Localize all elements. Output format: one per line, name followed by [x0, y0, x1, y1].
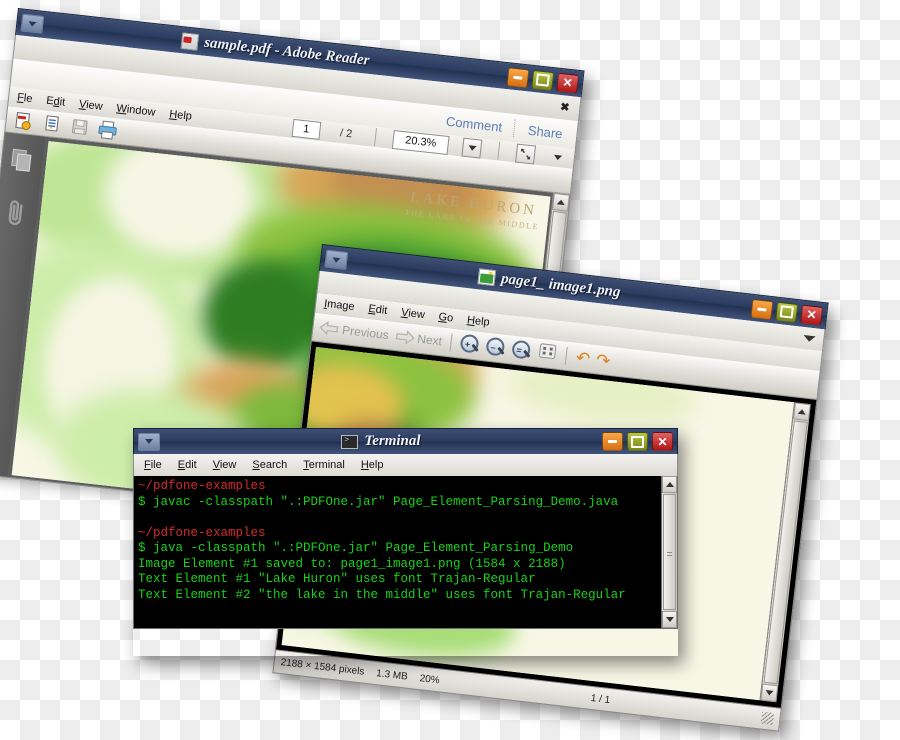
- image-file-icon: [477, 268, 497, 287]
- menu-help[interactable]: Help: [466, 314, 490, 329]
- terminal-line: ~/pdfone-examples: [138, 479, 266, 493]
- menu-edit[interactable]: Edit: [368, 303, 388, 317]
- resize-grip-icon[interactable]: [760, 711, 775, 725]
- terminal-line: $ javac -classpath ".:PDFOne.jar" Page_E…: [138, 494, 619, 509]
- save-icon[interactable]: [67, 115, 91, 138]
- minimize-button[interactable]: [602, 432, 623, 451]
- toolbar-divider: [449, 333, 453, 352]
- menu-search[interactable]: Search: [252, 459, 287, 471]
- scroll-down-arrow-icon[interactable]: [662, 611, 677, 628]
- menu-window[interactable]: Window: [116, 102, 156, 118]
- window-menu-caret-icon[interactable]: [324, 249, 349, 270]
- fit-to-window-icon[interactable]: [537, 341, 559, 367]
- terminal-body[interactable]: ~/pdfone-examples $ javac -classpath ".:P…: [133, 476, 678, 629]
- close-button[interactable]: ✕: [800, 304, 824, 326]
- previous-button[interactable]: Previous: [319, 320, 390, 343]
- chevron-down-icon[interactable]: [803, 334, 816, 343]
- close-button[interactable]: ✕: [652, 432, 673, 451]
- page-thumbnails-icon[interactable]: [9, 147, 36, 178]
- close-icon[interactable]: ✖: [556, 101, 574, 114]
- arrow-left-icon: [319, 320, 339, 336]
- terminal-menubar[interactable]: File Edit View Search Terminal Help: [133, 454, 678, 476]
- terminal-title: Terminal: [160, 433, 602, 450]
- next-label: Next: [416, 331, 443, 349]
- zoom-in-icon[interactable]: +: [459, 333, 482, 356]
- terminal-icon: [341, 434, 359, 449]
- close-icon: ✕: [805, 307, 818, 323]
- scroll-up-arrow-icon[interactable]: [552, 192, 570, 212]
- previous-label: Previous: [341, 322, 390, 343]
- page-total-label: / 2: [339, 127, 353, 141]
- menu-view[interactable]: View: [401, 307, 426, 322]
- terminal-window-buttons[interactable]: ✕: [602, 432, 673, 451]
- export-pdf-icon[interactable]: [39, 112, 63, 135]
- attachments-paperclip-icon[interactable]: [3, 198, 29, 235]
- menu-help[interactable]: Help: [361, 459, 384, 471]
- terminal-line: $ java -classpath ".:PDFOne.jar" Page_El…: [138, 541, 574, 555]
- terminal-title-text: Terminal: [364, 433, 421, 449]
- fit-arrows-icon: [520, 148, 531, 159]
- menubar-divider: [374, 128, 377, 147]
- maximize-button[interactable]: [531, 69, 555, 91]
- menubar-divider-2: [497, 141, 501, 160]
- menu-edit[interactable]: Edit: [178, 459, 197, 471]
- terminal-line: Text Element #2 "the lake in the middle"…: [138, 587, 626, 602]
- zoom-dropdown-button[interactable]: [461, 137, 483, 159]
- maximize-button[interactable]: [627, 432, 648, 451]
- menu-view[interactable]: View: [213, 459, 237, 471]
- minimize-button[interactable]: [750, 298, 774, 320]
- create-pdf-icon[interactable]: [12, 109, 36, 132]
- menu-file[interactable]: Fle: [17, 91, 34, 105]
- close-button[interactable]: ✕: [556, 72, 580, 94]
- close-icon: ✕: [657, 434, 668, 449]
- menu-image[interactable]: Image: [323, 298, 355, 313]
- menu-view[interactable]: View: [78, 98, 103, 113]
- next-button[interactable]: Next: [394, 329, 443, 348]
- terminal-line: ~/pdfone-examples: [138, 525, 266, 540]
- terminal-titlebar[interactable]: Terminal ✕: [133, 428, 678, 454]
- zoom-normal-icon[interactable]: =: [511, 339, 533, 362]
- scrollbar-thumb[interactable]: [663, 494, 676, 610]
- image-filesize-label: 1.3 MB: [375, 667, 409, 683]
- terminal-line: Text Element #1 "Lake Huron" uses font T…: [138, 572, 536, 586]
- toolbar-divider-2: [565, 346, 569, 365]
- print-icon[interactable]: [95, 118, 119, 141]
- window-menu-caret-icon[interactable]: [20, 13, 45, 34]
- image-page-label: 1 / 1: [590, 692, 611, 706]
- terminal-line: Image Element #1 saved to: page1_image1.…: [138, 556, 566, 571]
- terminal-output[interactable]: ~/pdfone-examples $ javac -classpath ".:P…: [134, 476, 661, 628]
- menu-go[interactable]: Go: [438, 311, 454, 325]
- arrow-right-icon: [395, 330, 415, 345]
- pdf-file-icon: [180, 31, 200, 51]
- window-menu-caret-icon[interactable]: [138, 432, 160, 451]
- zoom-out-icon[interactable]: –: [485, 336, 508, 359]
- image-zoom-label: 20%: [419, 672, 441, 686]
- menu-help[interactable]: Help: [169, 108, 193, 122]
- page-number-input[interactable]: 1: [291, 118, 322, 140]
- image-dimensions-label: 2188 × 1584 pixels: [280, 656, 365, 678]
- terminal-window[interactable]: Terminal ✕ File Edit View Search Termina…: [133, 428, 678, 656]
- scroll-up-arrow-icon[interactable]: [662, 476, 677, 493]
- rotate-left-icon[interactable]: ↶: [575, 348, 591, 369]
- share-button[interactable]: Share: [515, 121, 575, 142]
- more-tools-caret-icon[interactable]: [548, 148, 567, 167]
- minimize-button[interactable]: [506, 66, 530, 88]
- terminal-vertical-scrollbar[interactable]: [661, 476, 677, 628]
- rotate-right-icon[interactable]: ↷: [595, 350, 611, 371]
- menu-terminal[interactable]: Terminal: [303, 459, 345, 471]
- menu-file[interactable]: File: [144, 459, 162, 471]
- scroll-down-arrow-icon[interactable]: [760, 683, 779, 703]
- fit-page-icon[interactable]: [515, 143, 537, 165]
- maximize-button[interactable]: [775, 301, 799, 323]
- scroll-up-arrow-icon[interactable]: [792, 402, 811, 422]
- menu-edit[interactable]: Edit: [46, 95, 66, 109]
- close-icon: ✕: [561, 75, 574, 91]
- comment-button[interactable]: Comment: [433, 112, 515, 136]
